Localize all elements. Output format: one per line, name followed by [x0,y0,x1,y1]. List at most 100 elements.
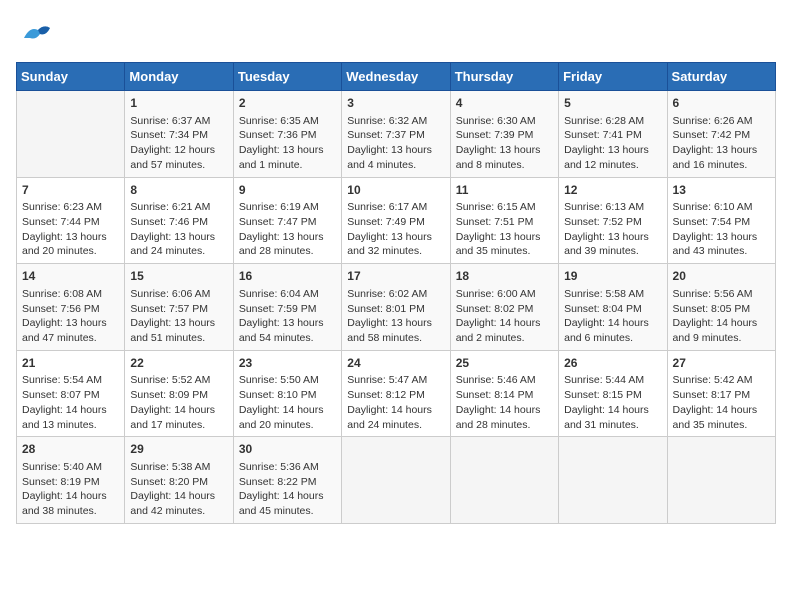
calendar-cell: 8Sunrise: 6:21 AM Sunset: 7:46 PM Daylig… [125,177,233,264]
day-number: 20 [673,268,770,285]
day-number: 30 [239,441,336,458]
day-info: Sunrise: 6:15 AM Sunset: 7:51 PM Dayligh… [456,200,553,259]
calendar-week-row: 7Sunrise: 6:23 AM Sunset: 7:44 PM Daylig… [17,177,776,264]
day-info: Sunrise: 5:44 AM Sunset: 8:15 PM Dayligh… [564,373,661,432]
day-number: 18 [456,268,553,285]
day-info: Sunrise: 6:06 AM Sunset: 7:57 PM Dayligh… [130,287,227,346]
day-number: 17 [347,268,444,285]
day-info: Sunrise: 6:21 AM Sunset: 7:46 PM Dayligh… [130,200,227,259]
day-header-monday: Monday [125,63,233,91]
calendar-cell: 12Sunrise: 6:13 AM Sunset: 7:52 PM Dayli… [559,177,667,264]
day-number: 5 [564,95,661,112]
day-info: Sunrise: 6:37 AM Sunset: 7:34 PM Dayligh… [130,114,227,173]
calendar-cell: 22Sunrise: 5:52 AM Sunset: 8:09 PM Dayli… [125,350,233,437]
calendar-cell: 29 Sunrise: 5:38 AM Sunset: 8:20 PM Dayli… [125,437,233,524]
day-info: Sunrise: 5:50 AM Sunset: 8:10 PM Dayligh… [239,373,336,432]
calendar-cell: 18 Sunrise: 6:00 AM Sunset: 8:02 PM Dayli… [450,264,558,351]
day-number: 22 [130,355,227,372]
calendar-header-row: SundayMondayTuesdayWednesdayThursdayFrid… [17,63,776,91]
day-info: Sunrise: 5:47 AM Sunset: 8:12 PM Dayligh… [347,373,444,432]
calendar-table: SundayMondayTuesdayWednesdayThursdayFrid… [16,62,776,524]
calendar-cell: 17 Sunrise: 6:02 AM Sunset: 8:01 PM Dayli… [342,264,450,351]
day-info: Sunrise: 6:19 AM Sunset: 7:47 PM Dayligh… [239,200,336,259]
calendar-cell [342,437,450,524]
calendar-cell: 5 Sunrise: 6:28 AM Sunset: 7:41 PM Daylig… [559,91,667,178]
day-info: Sunrise: 6:10 AM Sunset: 7:54 PM Dayligh… [673,200,770,259]
calendar-cell: 16 Sunrise: 6:04 AM Sunset: 7:59 PM Dayli… [233,264,341,351]
calendar-cell: 2 Sunrise: 6:35 AM Sunset: 7:36 PM Daylig… [233,91,341,178]
logo-icon [16,16,54,54]
day-number: 9 [239,182,336,199]
day-info: Sunrise: 5:42 AM Sunset: 8:17 PM Dayligh… [673,373,770,432]
calendar-cell: 28Sunrise: 5:40 AM Sunset: 8:19 PM Dayli… [17,437,125,524]
day-info: Sunrise: 5:40 AM Sunset: 8:19 PM Dayligh… [22,460,119,519]
calendar-cell: 27Sunrise: 5:42 AM Sunset: 8:17 PM Dayli… [667,350,775,437]
day-info: Sunrise: 5:58 AM Sunset: 8:04 PM Dayligh… [564,287,661,346]
day-number: 16 [239,268,336,285]
calendar-cell: 11Sunrise: 6:15 AM Sunset: 7:51 PM Dayli… [450,177,558,264]
day-number: 24 [347,355,444,372]
day-number: 25 [456,355,553,372]
calendar-cell [667,437,775,524]
calendar-cell: 25Sunrise: 5:46 AM Sunset: 8:14 PM Dayli… [450,350,558,437]
day-info: Sunrise: 5:56 AM Sunset: 8:05 PM Dayligh… [673,287,770,346]
day-info: Sunrise: 6:04 AM Sunset: 7:59 PM Dayligh… [239,287,336,346]
day-info: Sunrise: 6:02 AM Sunset: 8:01 PM Dayligh… [347,287,444,346]
day-info: Sunrise: 6:26 AM Sunset: 7:42 PM Dayligh… [673,114,770,173]
day-number: 3 [347,95,444,112]
calendar-cell: 26Sunrise: 5:44 AM Sunset: 8:15 PM Dayli… [559,350,667,437]
day-number: 27 [673,355,770,372]
calendar-cell: 1 Sunrise: 6:37 AM Sunset: 7:34 PM Daylig… [125,91,233,178]
day-info: Sunrise: 5:52 AM Sunset: 8:09 PM Dayligh… [130,373,227,432]
calendar-cell: 20 Sunrise: 5:56 AM Sunset: 8:05 PM Dayli… [667,264,775,351]
day-number: 12 [564,182,661,199]
calendar-week-row: 1 Sunrise: 6:37 AM Sunset: 7:34 PM Daylig… [17,91,776,178]
day-info: Sunrise: 5:38 AM Sunset: 8:20 PM Dayligh… [130,460,227,519]
calendar-cell: 7Sunrise: 6:23 AM Sunset: 7:44 PM Daylig… [17,177,125,264]
day-info: Sunrise: 6:35 AM Sunset: 7:36 PM Dayligh… [239,114,336,173]
day-info: Sunrise: 6:32 AM Sunset: 7:37 PM Dayligh… [347,114,444,173]
day-number: 15 [130,268,227,285]
calendar-cell: 10Sunrise: 6:17 AM Sunset: 7:49 PM Dayli… [342,177,450,264]
calendar-cell: 6 Sunrise: 6:26 AM Sunset: 7:42 PM Daylig… [667,91,775,178]
calendar-cell: 21Sunrise: 5:54 AM Sunset: 8:07 PM Dayli… [17,350,125,437]
day-info: Sunrise: 6:28 AM Sunset: 7:41 PM Dayligh… [564,114,661,173]
day-number: 1 [130,95,227,112]
day-header-saturday: Saturday [667,63,775,91]
day-header-wednesday: Wednesday [342,63,450,91]
calendar-cell: 15 Sunrise: 6:06 AM Sunset: 7:57 PM Dayli… [125,264,233,351]
calendar-cell: 9Sunrise: 6:19 AM Sunset: 7:47 PM Daylig… [233,177,341,264]
day-number: 26 [564,355,661,372]
calendar-week-row: 28Sunrise: 5:40 AM Sunset: 8:19 PM Dayli… [17,437,776,524]
day-number: 8 [130,182,227,199]
day-number: 19 [564,268,661,285]
logo [16,16,56,54]
day-number: 23 [239,355,336,372]
day-info: Sunrise: 6:30 AM Sunset: 7:39 PM Dayligh… [456,114,553,173]
calendar-week-row: 14Sunrise: 6:08 AM Sunset: 7:56 PM Dayli… [17,264,776,351]
calendar-cell [450,437,558,524]
day-header-thursday: Thursday [450,63,558,91]
calendar-week-row: 21Sunrise: 5:54 AM Sunset: 8:07 PM Dayli… [17,350,776,437]
day-number: 4 [456,95,553,112]
day-header-tuesday: Tuesday [233,63,341,91]
day-header-friday: Friday [559,63,667,91]
day-info: Sunrise: 5:54 AM Sunset: 8:07 PM Dayligh… [22,373,119,432]
page-header [16,16,776,54]
day-number: 10 [347,182,444,199]
day-number: 11 [456,182,553,199]
day-number: 29 [130,441,227,458]
day-number: 13 [673,182,770,199]
calendar-cell: 19 Sunrise: 5:58 AM Sunset: 8:04 PM Dayli… [559,264,667,351]
day-info: Sunrise: 6:08 AM Sunset: 7:56 PM Dayligh… [22,287,119,346]
calendar-cell: 4 Sunrise: 6:30 AM Sunset: 7:39 PM Daylig… [450,91,558,178]
calendar-cell [559,437,667,524]
calendar-cell: 23Sunrise: 5:50 AM Sunset: 8:10 PM Dayli… [233,350,341,437]
day-number: 6 [673,95,770,112]
day-info: Sunrise: 6:00 AM Sunset: 8:02 PM Dayligh… [456,287,553,346]
calendar-cell: 30Sunrise: 5:36 AM Sunset: 8:22 PM Dayli… [233,437,341,524]
day-info: Sunrise: 6:13 AM Sunset: 7:52 PM Dayligh… [564,200,661,259]
day-number: 2 [239,95,336,112]
calendar-cell: 24Sunrise: 5:47 AM Sunset: 8:12 PM Dayli… [342,350,450,437]
day-number: 7 [22,182,119,199]
